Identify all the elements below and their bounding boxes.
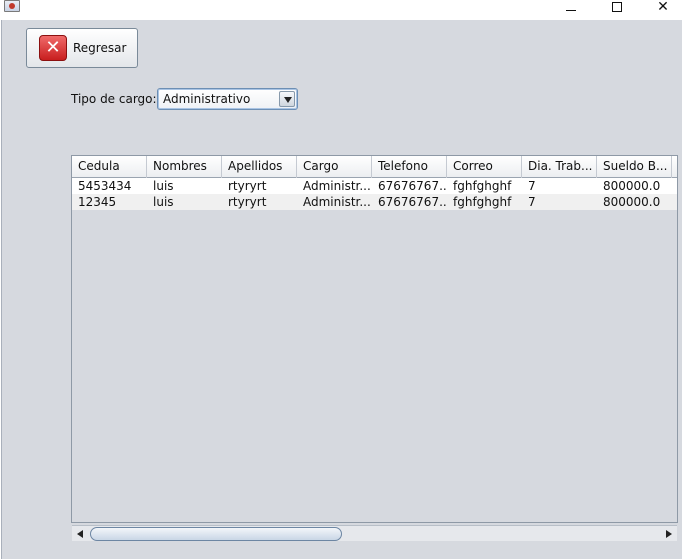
scroll-right-arrow-icon[interactable] [661, 526, 677, 542]
cell-cedula: 5453434 [78, 179, 132, 193]
maximize-icon [612, 2, 622, 12]
minimize-button[interactable] [548, 0, 594, 14]
cell-dias-trabajados: 7 [528, 179, 536, 193]
tipo-cargo-select[interactable]: Administrativo [157, 88, 298, 110]
column-header-correo[interactable]: Correo [447, 156, 522, 178]
cell-sueldo-base: 800000.0 [603, 179, 661, 193]
cell-cedula: 12345 [78, 195, 117, 209]
maximize-button[interactable] [594, 0, 640, 14]
dropdown-arrow-icon[interactable] [279, 91, 295, 107]
tipo-cargo-label: Tipo de cargo: [71, 92, 157, 106]
cell-correo: fghfghghf [453, 195, 512, 209]
cell-telefono: 67676767... [378, 195, 447, 209]
empleados-table: Cedula Nombres Apellidos Cargo Telefono … [71, 155, 678, 523]
cell-cargo: Administr... [303, 179, 371, 193]
cell-correo: fghfghghf [453, 179, 512, 193]
column-header-nombres[interactable]: Nombres [147, 156, 222, 178]
column-header-cedula[interactable]: Cedula [72, 156, 147, 178]
close-x-icon: ✕ [39, 35, 67, 61]
table-row[interactable]: 5453434 luis rtyryrt Administr... 676767… [72, 178, 677, 194]
cell-apellidos: rtyryrt [228, 195, 267, 209]
horizontal-scrollbar[interactable] [72, 525, 677, 541]
column-header-dias-trabajados[interactable]: Dia. Trab... [522, 156, 597, 178]
cell-nombres: luis [153, 195, 174, 209]
cell-sueldo-base: 800000.0 [603, 195, 661, 209]
table-header: Cedula Nombres Apellidos Cargo Telefono … [72, 156, 677, 178]
column-header-cargo[interactable]: Cargo [297, 156, 372, 178]
cell-dias-trabajados: 7 [528, 195, 536, 209]
java-app-icon [4, 0, 20, 12]
regresar-button-label: Regresar [73, 41, 127, 55]
close-window-button[interactable]: ✕ [640, 0, 682, 15]
column-header-apellidos[interactable]: Apellidos [222, 156, 297, 178]
table-row[interactable]: 12345 luis rtyryrt Administr... 67676767… [72, 194, 677, 210]
regresar-button[interactable]: ✕ Regresar [26, 28, 138, 68]
tipo-cargo-selected-value: Administrativo [163, 92, 251, 106]
column-header-sueldo-base[interactable]: Sueldo B... [597, 156, 672, 178]
table-body: 5453434 luis rtyryrt Administr... 676767… [72, 178, 677, 210]
cell-apellidos: rtyryrt [228, 179, 267, 193]
minimize-icon [566, 9, 576, 11]
window-titlebar: ✕ [0, 0, 682, 20]
scroll-left-arrow-icon[interactable] [72, 526, 88, 542]
cell-telefono: 67676767... [378, 179, 447, 193]
scrollbar-thumb[interactable] [90, 527, 342, 541]
column-header-telefono[interactable]: Telefono [372, 156, 447, 178]
cell-nombres: luis [153, 179, 174, 193]
cell-cargo: Administr... [303, 195, 371, 209]
